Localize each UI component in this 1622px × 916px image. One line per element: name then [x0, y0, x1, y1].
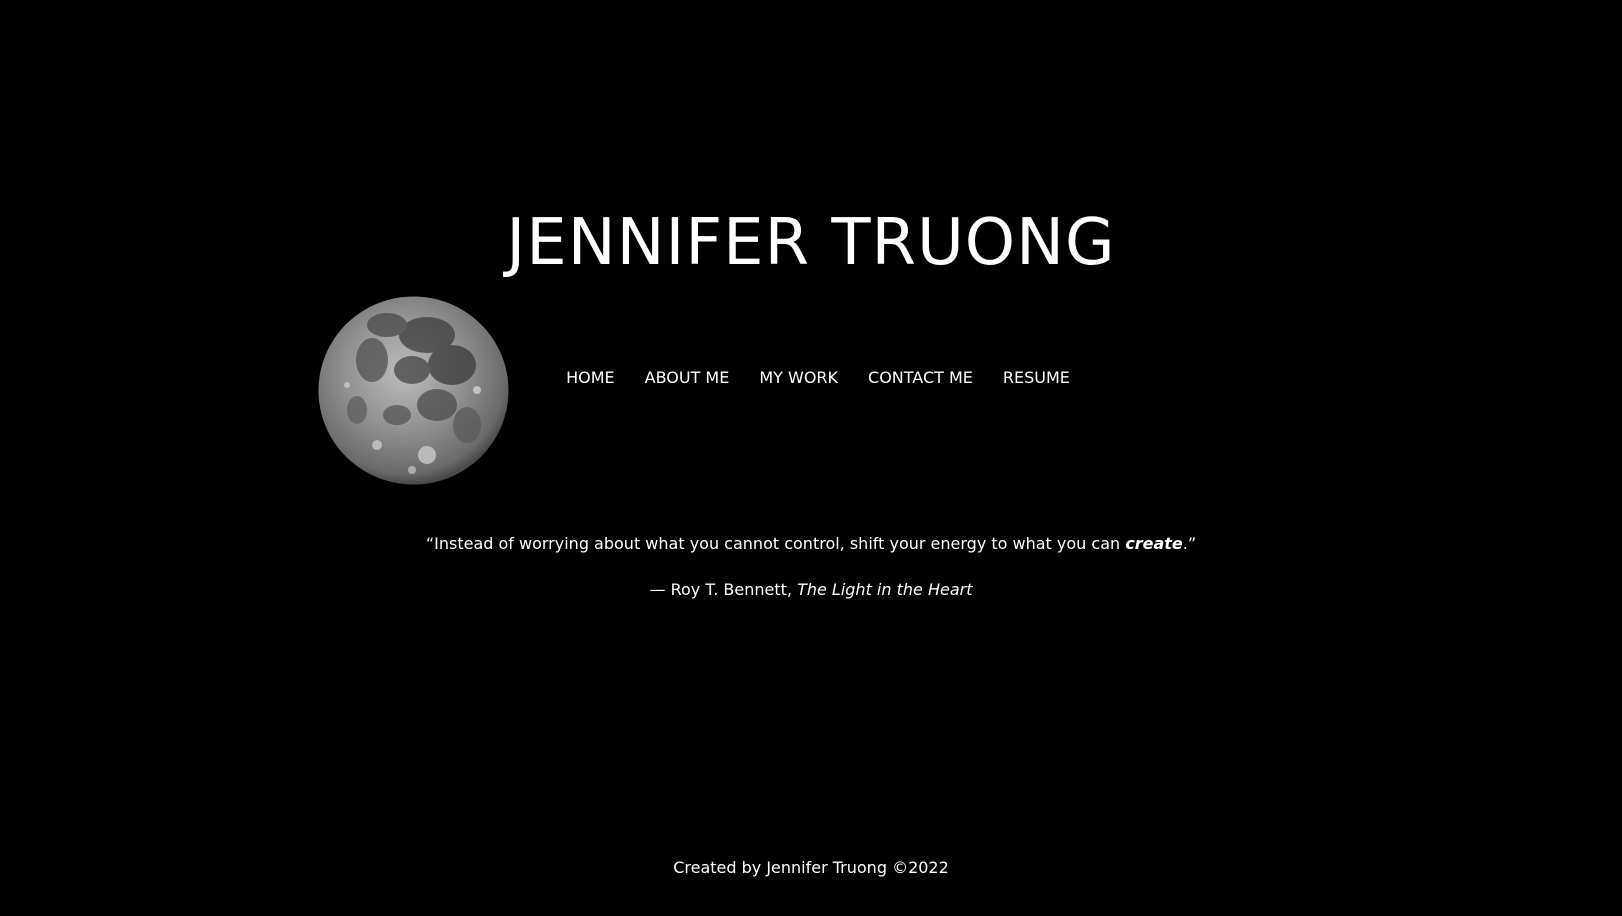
attribution-book: The Light in the Heart	[797, 580, 973, 599]
nav-home[interactable]: HOME	[566, 366, 615, 390]
nav-resume[interactable]: RESUME	[1003, 366, 1070, 390]
main-nav: HOME ABOUT ME MY WORK CONTACT ME RESUME	[0, 366, 1622, 390]
quote-attribution: — Roy T. Bennett, The Light in the Heart	[0, 578, 1622, 602]
quote: “Instead of worrying about what you cann…	[0, 532, 1622, 556]
footer: Created by Jennifer Truong ©2022	[673, 858, 949, 877]
quote-text: Instead of worrying about what you canno…	[434, 534, 1126, 553]
moon-image	[318, 296, 509, 485]
quote-close-mark: ”	[1187, 534, 1197, 553]
nav-about-me[interactable]: ABOUT ME	[645, 366, 730, 390]
attribution-author: — Roy T. Bennett,	[649, 580, 798, 599]
nav-my-work[interactable]: MY WORK	[759, 366, 838, 390]
page: JENNIFER TRUONG HOME ABOUT ME MY WORK CO…	[0, 0, 1622, 916]
quote-open-mark: “	[425, 534, 435, 553]
quote-emphasis: create	[1125, 534, 1183, 553]
nav-contact-me[interactable]: CONTACT ME	[868, 366, 973, 390]
site-title: JENNIFER TRUONG	[506, 206, 1116, 280]
